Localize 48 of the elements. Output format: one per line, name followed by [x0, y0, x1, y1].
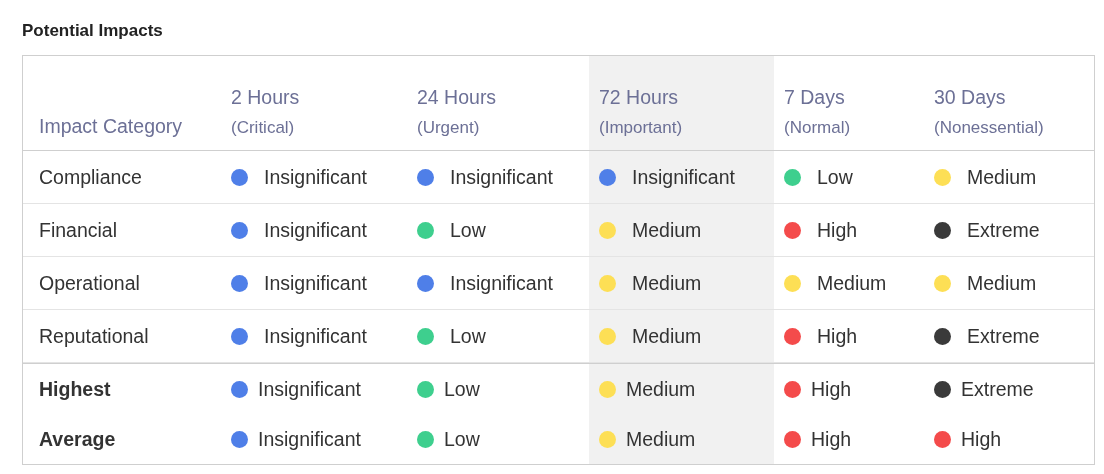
level-text: Medium: [626, 427, 696, 451]
level-text: High: [817, 218, 858, 242]
level-text: Insignificant: [258, 427, 361, 451]
category-label: Operational: [23, 257, 221, 310]
column-title: 7 Days: [784, 86, 845, 109]
category-label: Reputational: [23, 310, 221, 363]
level-text: Low: [444, 377, 480, 401]
level-text: Medium: [632, 271, 702, 295]
column-title: 2 Hours: [231, 86, 300, 109]
level-text: Extreme: [961, 377, 1034, 401]
level-text: Low: [444, 427, 480, 451]
level-text: Insignificant: [264, 324, 367, 348]
level-text: Insignificant: [258, 377, 361, 401]
column-subtitle: (Urgent): [417, 118, 480, 138]
level-text: Extreme: [967, 218, 1040, 242]
level-text: Low: [817, 165, 853, 189]
column-subtitle: (Important): [599, 118, 683, 138]
level-text: Low: [450, 218, 486, 242]
summary-label: Average: [38, 426, 117, 452]
column-title: Impact Category: [39, 115, 183, 138]
column-subtitle: (Critical): [231, 118, 295, 138]
level-text: High: [961, 427, 1002, 451]
level-text: Medium: [626, 377, 696, 401]
category-label: Financial: [23, 204, 221, 257]
level-text: Medium: [817, 271, 887, 295]
level-text: Medium: [967, 165, 1037, 189]
level-text: Insignificant: [264, 165, 367, 189]
level-text: Medium: [632, 324, 702, 348]
level-text: Low: [450, 324, 486, 348]
level-text: Insignificant: [450, 165, 553, 189]
level-text: Extreme: [967, 324, 1040, 348]
summary-label: Highest: [23, 363, 221, 414]
level-text: High: [811, 377, 852, 401]
level-text: Insignificant: [264, 218, 367, 242]
level-text: Insignificant: [264, 271, 367, 295]
column-subtitle: (Normal): [784, 118, 851, 138]
level-text: Insignificant: [450, 271, 553, 295]
level-text: High: [817, 324, 858, 348]
column-subtitle: (Nonessential): [934, 118, 1044, 138]
column-title: 72 Hours: [599, 86, 679, 109]
section-title: Potential Impacts: [22, 21, 163, 41]
column-title: 24 Hours: [417, 86, 497, 109]
level-text: Medium: [967, 271, 1037, 295]
column-title: 30 Days: [934, 86, 1006, 109]
level-text: Insignificant: [632, 165, 735, 189]
level-text: Medium: [632, 218, 702, 242]
category-label: Compliance: [23, 151, 221, 204]
level-text: High: [811, 427, 852, 451]
